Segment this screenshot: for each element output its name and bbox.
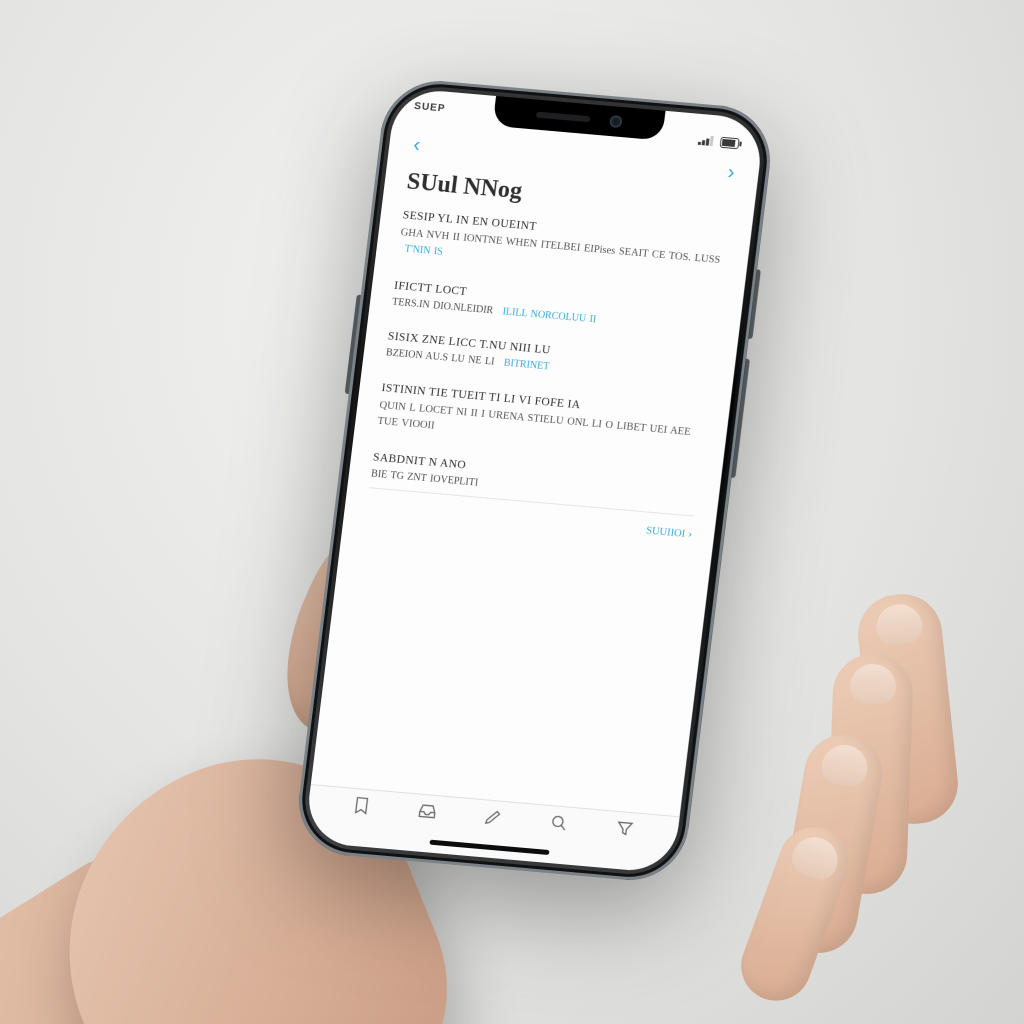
battery-icon	[720, 136, 743, 149]
footer-link[interactable]: SUUIIOI›	[645, 522, 693, 541]
phone-screen: SUEP	[304, 87, 765, 874]
chevron-right-icon: ›	[726, 162, 735, 184]
earpiece-speaker	[536, 112, 591, 123]
section-1-link[interactable]: ILILL NORCOLUU II	[502, 306, 597, 325]
section-0: SESIP YL IN EN OUEINT GHA NVH II IONTNE …	[398, 209, 729, 286]
pencil-icon	[482, 806, 504, 828]
signal-icon	[698, 135, 715, 146]
bookmark-icon	[350, 795, 372, 817]
section-4: SABDNIT N ANO BIE TG ZNT IOVEPLITI SUUII…	[366, 452, 698, 541]
chevron-left-icon: ‹	[412, 134, 421, 156]
tab-compose[interactable]	[482, 806, 504, 828]
section-3: ISTININ TIE TUEIT TI LI VI FOFE IA QUIN …	[377, 382, 708, 459]
carrier-label: SUEP	[411, 101, 446, 132]
section-0-link[interactable]: T'NIN IS	[404, 244, 443, 258]
search-icon	[548, 812, 570, 834]
front-camera	[609, 115, 622, 128]
section-2: SISIX ZNE LICC T.NU NIII LU BZEION AU.S …	[385, 330, 714, 388]
filter-icon	[614, 818, 636, 840]
tab-bookmark[interactable]	[350, 795, 372, 817]
back-button[interactable]: ‹	[406, 131, 428, 160]
tab-search[interactable]	[548, 812, 570, 834]
tab-inbox[interactable]	[416, 801, 438, 823]
chevron-right-icon: ›	[687, 526, 693, 540]
content-area[interactable]: SUul NNog SESIP YL IN EN OUEINT GHA NVH …	[311, 159, 757, 817]
section-1: IFICTT LOCT TERS.IN DIO.NLEIDIR ILILL NO…	[391, 279, 720, 337]
inbox-icon	[416, 801, 438, 823]
section-2-link[interactable]: BITRINET	[503, 358, 550, 373]
smartphone: SUEP	[293, 76, 777, 884]
tab-filter[interactable]	[614, 818, 636, 840]
forward-button[interactable]: ›	[720, 158, 742, 187]
